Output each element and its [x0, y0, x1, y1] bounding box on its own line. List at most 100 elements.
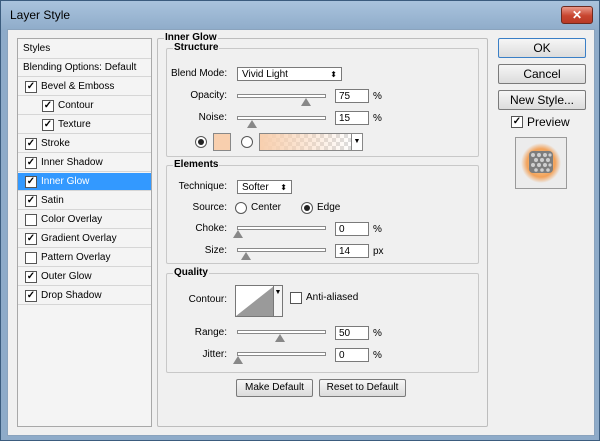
style-checkbox[interactable]: ✓	[42, 100, 54, 112]
preview-checkbox[interactable]: ✓	[511, 116, 523, 128]
style-item-bevel-emboss[interactable]: ✓ Bevel & Emboss	[18, 78, 151, 96]
glow-color-swatch[interactable]	[213, 133, 231, 151]
style-checkbox[interactable]: ✓	[25, 81, 37, 93]
source-edge-label: Edge	[317, 202, 341, 213]
range-slider-thumb[interactable]	[275, 334, 285, 342]
opacity-slider[interactable]	[237, 94, 326, 98]
blend-mode-select[interactable]: Vivid Light ⬍	[237, 67, 342, 81]
style-checkbox[interactable]: ✓	[25, 195, 37, 207]
choke-slider[interactable]	[237, 226, 326, 230]
technique-label: Technique:	[178, 181, 227, 192]
opacity-input[interactable]: 75	[335, 89, 369, 103]
range-label: Range:	[194, 327, 227, 338]
anti-aliased-checkbox[interactable]	[290, 292, 302, 304]
technique-value: Softer	[242, 182, 269, 193]
noise-unit: %	[373, 113, 382, 124]
choke-input[interactable]: 0	[335, 222, 369, 236]
styles-header[interactable]: Styles	[18, 39, 151, 59]
style-item-label: Stroke	[41, 138, 70, 149]
range-input[interactable]: 50	[335, 326, 369, 340]
new-style-button[interactable]: New Style...	[498, 90, 586, 110]
style-checkbox[interactable]: ✓	[42, 119, 54, 131]
close-button[interactable]: ✕	[561, 6, 593, 24]
contour-curve-icon	[236, 286, 274, 316]
jitter-slider-thumb[interactable]	[233, 356, 243, 364]
style-checkbox[interactable]	[25, 214, 37, 226]
jitter-label: Jitter:	[202, 349, 227, 360]
color-radio[interactable]	[195, 136, 207, 148]
cancel-button[interactable]: Cancel	[498, 64, 586, 84]
gradient-dropdown[interactable]: ▼	[351, 133, 363, 151]
contour-picker[interactable]	[235, 285, 275, 317]
jitter-slider[interactable]	[237, 352, 326, 356]
title-bar[interactable]: Layer Style ✕	[1, 1, 599, 29]
style-item-drop-shadow[interactable]: ✓ Drop Shadow	[18, 287, 151, 305]
make-default-button[interactable]: Make Default	[236, 379, 313, 397]
size-slider-thumb[interactable]	[241, 252, 251, 260]
style-item-inner-glow[interactable]: ✓ Inner Glow	[18, 173, 151, 191]
styles-header-label: Styles	[23, 43, 51, 54]
style-checkbox[interactable]: ✓	[25, 233, 37, 245]
style-item-inner-shadow[interactable]: ✓ Inner Shadow	[18, 154, 151, 172]
style-checkbox[interactable]: ✓	[25, 271, 37, 283]
noise-slider-thumb[interactable]	[247, 120, 257, 128]
opacity-slider-thumb[interactable]	[301, 98, 311, 106]
opacity-unit: %	[373, 91, 382, 102]
blend-mode-label: Blend Mode:	[171, 68, 228, 79]
style-item-texture[interactable]: ✓ Texture	[18, 116, 151, 134]
style-checkbox[interactable]: ✓	[25, 138, 37, 150]
quality-group: Quality Contour: ▼ Anti-aliased Range: 5…	[166, 267, 479, 373]
style-item-pattern-overlay[interactable]: Pattern Overlay	[18, 249, 151, 267]
contour-dropdown[interactable]: ▼	[273, 285, 283, 317]
size-unit: px	[373, 246, 384, 257]
noise-input[interactable]: 15	[335, 111, 369, 125]
reset-default-button[interactable]: Reset to Default	[319, 379, 406, 397]
choke-slider-thumb[interactable]	[233, 230, 243, 238]
elements-group: Elements Technique: Softer ⬍ Source: Cen…	[166, 159, 479, 264]
anti-aliased-label: Anti-aliased	[306, 292, 359, 303]
style-item-label: Outer Glow	[41, 271, 92, 282]
opacity-label: Opacity:	[190, 90, 227, 101]
dialog-client: Styles Blending Options: Default ✓ Bevel …	[7, 29, 595, 436]
style-item-label: Drop Shadow	[41, 290, 102, 301]
source-center-label: Center	[251, 202, 282, 213]
blend-mode-value: Vivid Light	[242, 69, 288, 80]
gradient-swatch[interactable]	[259, 133, 353, 151]
style-checkbox[interactable]: ✓	[25, 176, 37, 188]
styles-list: Styles Blending Options: Default ✓ Bevel …	[17, 38, 152, 427]
gradient-radio[interactable]	[241, 136, 253, 148]
style-item-color-overlay[interactable]: Color Overlay	[18, 211, 151, 229]
preview-swatch-icon	[521, 143, 561, 183]
style-item-contour[interactable]: ✓ Contour	[18, 97, 151, 115]
style-checkbox[interactable]	[25, 252, 37, 264]
style-item-label: Inner Glow	[41, 176, 90, 187]
style-item-label: Color Overlay	[41, 214, 103, 225]
contour-label: Contour:	[188, 294, 227, 305]
size-label: Size:	[204, 245, 227, 256]
style-item-outer-glow[interactable]: ✓ Outer Glow	[18, 268, 151, 286]
blending-options-item[interactable]: Blending Options: Default	[18, 59, 151, 77]
style-checkbox[interactable]: ✓	[25, 157, 37, 169]
style-item-stroke[interactable]: ✓ Stroke	[18, 135, 151, 153]
jitter-input[interactable]: 0	[335, 348, 369, 362]
ok-button[interactable]: OK	[498, 38, 586, 58]
style-item-label: Gradient Overlay	[41, 233, 117, 244]
style-item-label: Inner Shadow	[41, 157, 103, 168]
style-item-satin[interactable]: ✓ Satin	[18, 192, 151, 210]
preview-label: Preview	[527, 115, 570, 129]
noise-label: Noise:	[198, 112, 227, 123]
style-checkbox[interactable]: ✓	[25, 290, 37, 302]
layer-style-dialog: Layer Style ✕ Styles Blending Options: D…	[0, 0, 600, 441]
structure-group: Structure Blend Mode: Vivid Light ⬍ Opac…	[166, 42, 479, 157]
source-center-radio[interactable]	[235, 202, 247, 214]
blending-options-label: Blending Options: Default	[23, 62, 137, 73]
size-input[interactable]: 14	[335, 244, 369, 258]
style-item-gradient-overlay[interactable]: ✓ Gradient Overlay	[18, 230, 151, 248]
technique-select[interactable]: Softer ⬍	[237, 180, 292, 194]
style-item-label: Pattern Overlay	[41, 252, 111, 263]
style-item-label: Contour	[58, 100, 94, 111]
chevron-down-icon: ⬍	[280, 183, 287, 192]
style-item-label: Bevel & Emboss	[41, 81, 115, 92]
preview-thumbnail	[515, 137, 567, 189]
source-edge-radio[interactable]	[301, 202, 313, 214]
